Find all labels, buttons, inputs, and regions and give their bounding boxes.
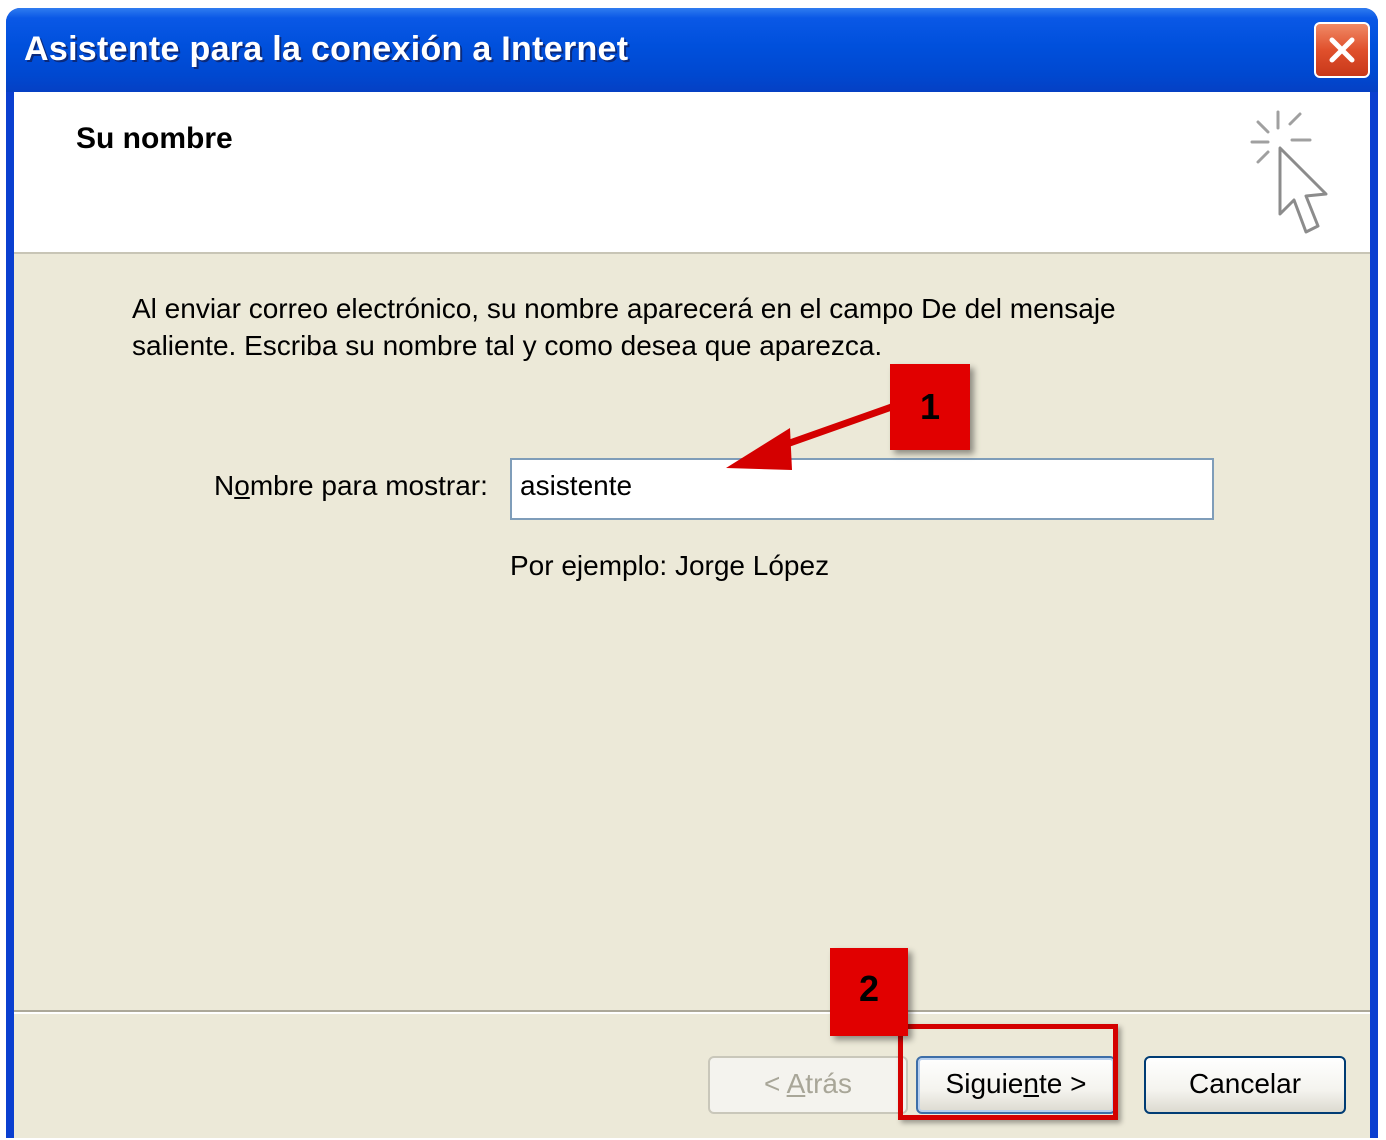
close-icon xyxy=(1329,37,1355,63)
button-part: < xyxy=(764,1068,787,1099)
label-part: mbre para mostrar: xyxy=(249,470,488,501)
annotation-badge-1: 1 xyxy=(890,364,970,450)
wizard-cursor-icon xyxy=(1250,110,1328,234)
description-text: Al enviar correo electrónico, su nombre … xyxy=(132,293,1116,361)
back-button[interactable]: < Atrás xyxy=(708,1056,908,1114)
example-hint: Por ejemplo: Jorge López xyxy=(510,550,830,581)
wizard-client-area: Su nombre Al enviar correo electrónico, … xyxy=(14,92,1370,1138)
display-name-label: Nombre para mostrar: xyxy=(214,470,488,502)
wizard-header: Su nombre xyxy=(14,92,1370,254)
page-title: Su nombre xyxy=(76,122,233,155)
wizard-window: Asistente para la conexión a Internet Su… xyxy=(6,8,1378,1138)
cancel-button[interactable]: Cancelar xyxy=(1144,1056,1346,1114)
button-accelerator: A xyxy=(786,1068,806,1099)
button-part: trás xyxy=(805,1068,852,1099)
title-bar[interactable]: Asistente para la conexión a Internet xyxy=(6,8,1378,92)
annotation-badge-2: 2 xyxy=(830,948,908,1036)
label-part: N xyxy=(214,470,235,501)
footer-divider xyxy=(14,1010,1370,1014)
annotation-highlight-box xyxy=(898,1024,1118,1120)
window-title: Asistente para la conexión a Internet xyxy=(24,30,629,68)
label-accelerator: o xyxy=(234,470,250,501)
display-name-input[interactable] xyxy=(510,458,1214,520)
close-button[interactable] xyxy=(1314,22,1370,78)
